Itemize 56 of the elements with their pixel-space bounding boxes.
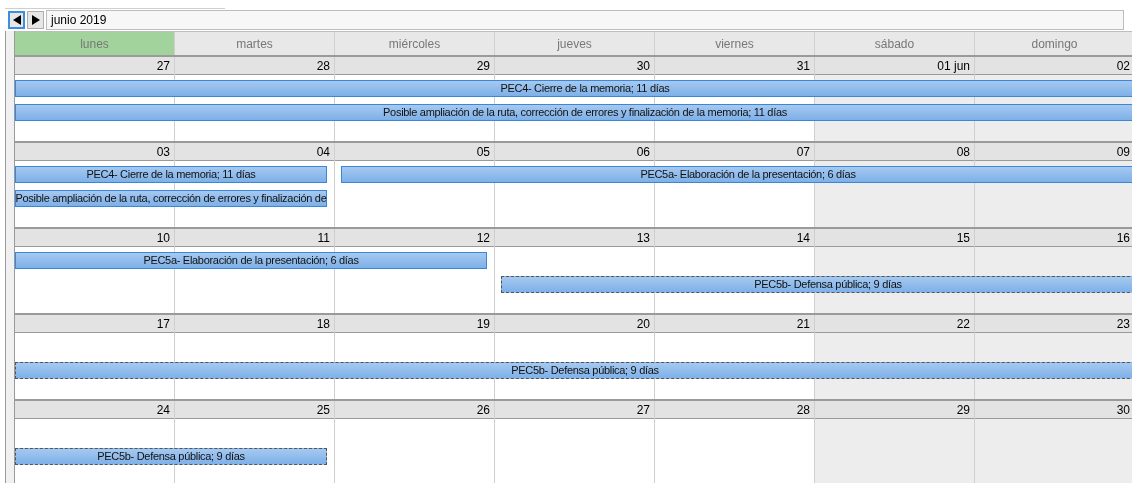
day-number: 29 [815, 401, 974, 419]
day-number: 21 [655, 315, 814, 333]
day-number: 03 [15, 143, 174, 161]
day-number: 27 [15, 57, 174, 75]
event-bar[interactable]: PEC5b- Defensa pública; 9 días [501, 276, 1132, 293]
day-number: 28 [655, 401, 814, 419]
weekday-header: viernes [655, 32, 815, 55]
event-bar[interactable]: PEC4- Cierre de la memoria; 11 días [15, 80, 1132, 97]
left-triangle-icon [12, 15, 21, 25]
event-bar[interactable]: PEC4- Cierre de la memoria; 11 días [15, 166, 327, 183]
day-number: 09 [975, 143, 1132, 161]
day-number: 02 [975, 57, 1132, 75]
day-number: 06 [495, 143, 654, 161]
day-number: 27 [495, 401, 654, 419]
day-number: 07 [655, 143, 814, 161]
day-number: 10 [15, 229, 174, 247]
day-number: 31 [655, 57, 814, 75]
previous-button[interactable] [8, 11, 25, 29]
day-number: 30 [975, 401, 1132, 419]
day-number: 04 [175, 143, 334, 161]
day-number: 28 [175, 57, 334, 75]
day-number: 17 [15, 315, 174, 333]
event-bar[interactable]: PEC5b- Defensa pública; 9 días [15, 362, 1132, 379]
day-number: 13 [495, 229, 654, 247]
event-bar[interactable]: PEC5a- Elaboración de la presentación; 6 días [15, 252, 487, 269]
day-number: 30 [495, 57, 654, 75]
day-number: 26 [335, 401, 494, 419]
weekday-header: martes [175, 32, 335, 55]
weekday-header: lunes [15, 32, 175, 55]
day-number: 23 [975, 315, 1132, 333]
day-number: 01 jun [815, 57, 974, 75]
day-number: 08 [815, 143, 974, 161]
day-number: 11 [175, 229, 334, 247]
event-bar[interactable]: Posible ampliación de la ruta, corrección de errores y finalización de la memoria; 11 días [15, 104, 1132, 121]
weekday-header: jueves [495, 32, 655, 55]
next-button[interactable] [27, 11, 44, 29]
day-number: 25 [175, 401, 334, 419]
day-number: 19 [335, 315, 494, 333]
right-triangle-icon [31, 15, 40, 25]
weekday-header: sábado [815, 32, 975, 55]
day-number: 15 [815, 229, 974, 247]
weekday-header: miércoles [335, 32, 495, 55]
day-number: 29 [335, 57, 494, 75]
day-number: 20 [495, 315, 654, 333]
event-bar[interactable]: PEC5a- Elaboración de la presentación; 6 días [341, 166, 1132, 183]
day-number: 05 [335, 143, 494, 161]
day-number: 24 [15, 401, 174, 419]
event-bar[interactable]: PEC5b- Defensa pública; 9 días [15, 448, 327, 465]
day-number: 18 [175, 315, 334, 333]
weekday-header: domingo [975, 32, 1132, 55]
day-number: 14 [655, 229, 814, 247]
event-bar[interactable]: Posible ampliación de la ruta, corrección de errores y finalización de [15, 190, 327, 207]
day-number: 12 [335, 229, 494, 247]
day-number: 22 [815, 315, 974, 333]
month-title: junio 2019 [46, 10, 1124, 30]
day-number: 16 [975, 229, 1132, 247]
